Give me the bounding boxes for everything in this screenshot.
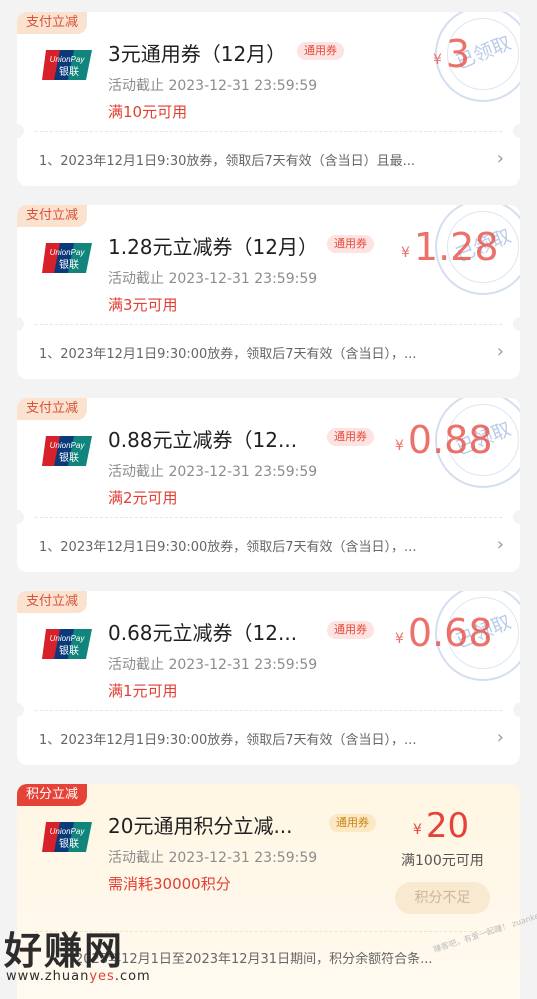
coupon-amount: ¥3 — [433, 32, 471, 76]
chevron-right-icon[interactable]: › — [497, 727, 504, 748]
coupon-type-badge: 通用券 — [327, 621, 374, 639]
coupon-rule-note: 2023年12月1日至2023年12月31日期间，积分余额符合条... — [75, 952, 433, 967]
divider — [35, 931, 502, 932]
svg-text:银联: 银联 — [59, 451, 79, 464]
coupon-title: 20元通用积分立减... — [108, 814, 293, 838]
coupon-tag: 积分立减 — [17, 784, 88, 806]
svg-text:银联: 银联 — [59, 258, 79, 271]
coupon-type-badge: 通用券 — [327, 428, 374, 446]
divider — [35, 710, 502, 711]
coupon-amount: ¥0.68 — [395, 611, 493, 655]
divider — [35, 324, 502, 325]
insufficient-points-button[interactable]: 积分不足 — [395, 882, 490, 914]
unionpay-logo: UnionPay 银联 — [42, 436, 92, 466]
coupon-deadline: 活动截止 2023-12-31 23:59:59 — [108, 850, 318, 866]
coupon-tag: 支付立减 — [17, 398, 88, 420]
chevron-right-icon[interactable]: › — [497, 148, 504, 169]
coupon-card[interactable]: 支付立减 UnionPay 银联 3元通用券（12月） 通用券 活动截止 202… — [17, 12, 520, 186]
coupon-tag: 支付立减 — [17, 591, 88, 613]
coupon-title: 0.88元立减券（12... — [108, 428, 298, 452]
svg-text:UnionPay: UnionPay — [50, 248, 86, 257]
coupon-type-badge: 通用券 — [297, 42, 344, 60]
coupon-deadline: 活动截止 2023-12-31 23:59:59 — [108, 271, 318, 287]
coupon-title: 0.68元立减券（12... — [108, 621, 298, 645]
coupon-card[interactable]: 支付立减 UnionPay 银联 0.68元立减券（12... 通用券 活动截止… — [17, 591, 520, 765]
coupon-rule-note: 1、2023年12月1日9:30:00放券，领取后7天有效（含当日），... — [39, 347, 417, 362]
coupon-card[interactable]: 支付立减 UnionPay 银联 0.88元立减券（12... 通用券 活动截止… — [17, 398, 520, 572]
unionpay-logo: UnionPay 银联 — [42, 50, 92, 80]
svg-text:银联: 银联 — [59, 837, 79, 850]
coupon-amount: ¥20 — [413, 806, 470, 846]
coupon-card[interactable]: 支付立减 UnionPay 银联 1.28元立减券（12月） 通用券 活动截止 … — [17, 205, 520, 379]
coupon-condition: 满3元可用 — [108, 296, 178, 314]
minimum-spend: 满100元可用 — [401, 853, 484, 869]
coupon-tag: 支付立减 — [17, 12, 88, 34]
unionpay-logo: UnionPay 银联 — [42, 822, 92, 852]
coupon-deadline: 活动截止 2023-12-31 23:59:59 — [108, 657, 318, 673]
chevron-right-icon[interactable]: › — [497, 341, 504, 362]
chevron-right-icon[interactable]: › — [497, 534, 504, 555]
points-cost: 需消耗30000积分 — [108, 875, 231, 893]
coupon-title: 3元通用券（12月） — [108, 42, 287, 66]
coupon-type-badge: 通用券 — [327, 235, 374, 253]
coupon-title: 1.28元立减券（12月） — [108, 235, 318, 259]
coupon-deadline: 活动截止 2023-12-31 23:59:59 — [108, 78, 318, 94]
coupon-amount: ¥1.28 — [401, 225, 499, 269]
coupon-rule-note: 1、2023年12月1日9:30放券，领取后7天有效（含当日）且最... — [39, 154, 416, 169]
svg-text:UnionPay: UnionPay — [50, 441, 86, 450]
coupon-type-badge: 通用券 — [329, 814, 376, 832]
svg-text:银联: 银联 — [59, 644, 79, 657]
divider — [35, 131, 502, 132]
coupon-condition: 满1元可用 — [108, 682, 178, 700]
coupon-rule-note: 1、2023年12月1日9:30:00放券，领取后7天有效（含当日），... — [39, 733, 417, 748]
coupon-condition: 满10元可用 — [108, 103, 188, 121]
svg-text:银联: 银联 — [59, 65, 79, 78]
coupon-amount: ¥0.88 — [395, 418, 493, 462]
coupon-condition: 满2元可用 — [108, 489, 178, 507]
coupon-tag: 支付立减 — [17, 205, 88, 227]
svg-text:UnionPay: UnionPay — [50, 55, 86, 64]
coupon-rule-note: 1、2023年12月1日9:30:00放券，领取后7天有效（含当日），... — [39, 540, 417, 555]
svg-text:UnionPay: UnionPay — [50, 827, 86, 836]
svg-text:UnionPay: UnionPay — [50, 634, 86, 643]
unionpay-logo: UnionPay 银联 — [42, 629, 92, 659]
divider — [35, 517, 502, 518]
unionpay-logo: UnionPay 银联 — [42, 243, 92, 273]
coupon-deadline: 活动截止 2023-12-31 23:59:59 — [108, 464, 318, 480]
